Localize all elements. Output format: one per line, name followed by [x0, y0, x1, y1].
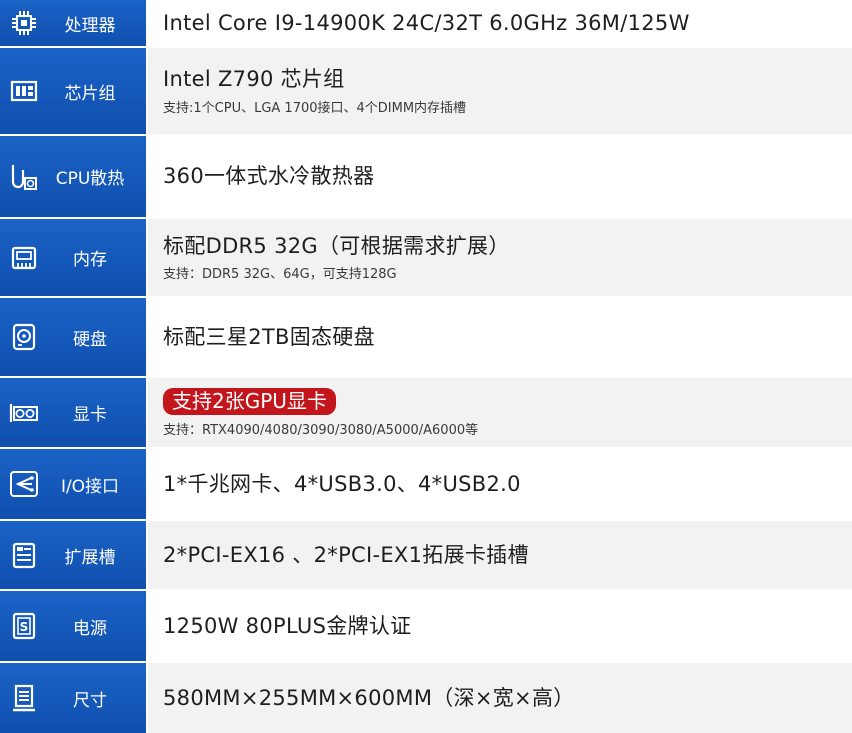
graphics-card-icon: [8, 397, 40, 429]
memory-icon: [8, 242, 40, 274]
spec-label-cell: CPU散热: [0, 136, 148, 217]
spec-label: 电源: [73, 618, 107, 639]
spec-label: 尺寸: [73, 690, 107, 711]
spec-value: 2*PCI-EX16 、2*PCI-EX1拓展卡插槽: [163, 542, 529, 567]
spec-label-cell: 扩展槽: [0, 521, 148, 589]
spec-row-storage: 硬盘 标配三星2TB固态硬盘: [0, 298, 852, 378]
spec-subvalue: 支持：RTX4090/4080/3090/3080/A5000/A6000等: [163, 422, 479, 438]
spec-row-graphics: 显卡 支持2张GPU显卡 支持：RTX4090/4080/3090/3080/A…: [0, 378, 852, 449]
spec-value: 360一体式水冷散热器: [163, 164, 375, 189]
power-supply-icon: S: [8, 610, 40, 642]
spec-label-cell: 芯片组: [0, 48, 148, 134]
spec-subvalue: 支持:1个CPU、LGA 1700接口、4个DIMM内存插槽: [163, 100, 467, 116]
spec-table: 处理器 Intel Core I9-14900K 24C/32T 6.0GHz …: [0, 0, 852, 733]
spec-label-cell: S 电源: [0, 591, 148, 661]
spec-label: 显卡: [73, 405, 107, 425]
hard-disk-icon: [8, 321, 40, 353]
dimensions-icon: [8, 682, 40, 714]
spec-label: 处理器: [64, 15, 116, 36]
spec-label: 硬盘: [73, 329, 107, 350]
spec-value-cell: 标配DDR5 32G（可根据需求扩展） 支持：DDR5 32G、64G，可支持1…: [148, 219, 852, 296]
spec-value-cell: 580MM×255MM×600MM（深×宽×高）: [148, 663, 852, 733]
io-ports-icon: [8, 468, 40, 500]
spec-label-cell: I/O接口: [0, 449, 148, 519]
spec-value-cell: 支持2张GPU显卡 支持：RTX4090/4080/3090/3080/A500…: [148, 378, 852, 447]
spec-row-chipset: 芯片组 Intel Z790 芯片组 支持:1个CPU、LGA 1700接口、4…: [0, 48, 852, 136]
spec-value: Intel Core I9-14900K 24C/32T 6.0GHz 36M/…: [163, 10, 690, 35]
chipset-icon: [8, 75, 40, 107]
spec-value: 标配DDR5 32G（可根据需求扩展）: [163, 233, 510, 258]
spec-value-cell: 1*千兆网卡、4*USB3.0、4*USB2.0: [148, 449, 852, 519]
gpu-support-badge: 支持2张GPU显卡: [163, 387, 336, 415]
spec-value-cell: 2*PCI-EX16 、2*PCI-EX1拓展卡插槽: [148, 521, 852, 589]
svg-text:S: S: [20, 620, 29, 634]
spec-value: 1250W 80PLUS金牌认证: [163, 613, 412, 638]
spec-label: 芯片组: [64, 83, 116, 104]
expansion-slot-icon: [8, 539, 40, 571]
spec-row-cpu: 处理器 Intel Core I9-14900K 24C/32T 6.0GHz …: [0, 0, 852, 48]
spec-value-cell: 标配三星2TB固态硬盘: [148, 298, 852, 376]
spec-value-cell: 360一体式水冷散热器: [148, 136, 852, 217]
spec-label-cell: 尺寸: [0, 663, 148, 733]
spec-label-cell: 内存: [0, 219, 148, 296]
spec-value-cell: Intel Core I9-14900K 24C/32T 6.0GHz 36M/…: [148, 0, 852, 46]
spec-subvalue: 支持：DDR5 32G、64G，可支持128G: [163, 267, 397, 283]
spec-value: 标配三星2TB固态硬盘: [163, 324, 375, 349]
spec-row-power: S 电源 1250W 80PLUS金牌认证: [0, 591, 852, 663]
spec-value-cell: 1250W 80PLUS金牌认证: [148, 591, 852, 661]
spec-value: Intel Z790 芯片组: [163, 67, 345, 92]
spec-label: 扩展槽: [64, 547, 116, 568]
spec-row-cooler: CPU散热 360一体式水冷散热器: [0, 136, 852, 219]
spec-label-cell: 硬盘: [0, 298, 148, 376]
spec-label-cell: 显卡: [0, 378, 148, 447]
spec-value: 580MM×255MM×600MM（深×宽×高）: [163, 685, 575, 710]
spec-row-memory: 内存 标配DDR5 32G（可根据需求扩展） 支持：DDR5 32G、64G，可…: [0, 219, 852, 298]
liquid-cooler-icon: [8, 161, 40, 193]
spec-row-expansion: 扩展槽 2*PCI-EX16 、2*PCI-EX1拓展卡插槽: [0, 521, 852, 591]
spec-label: 内存: [73, 250, 107, 270]
spec-row-dimensions: 尺寸 580MM×255MM×600MM（深×宽×高）: [0, 663, 852, 733]
spec-label-cell: 处理器: [0, 0, 148, 46]
cpu-chip-icon: [8, 7, 40, 39]
spec-label: I/O接口: [60, 476, 120, 497]
spec-label: CPU散热: [55, 169, 125, 189]
spec-value: 1*千兆网卡、4*USB3.0、4*USB2.0: [163, 471, 521, 496]
spec-row-io: I/O接口 1*千兆网卡、4*USB3.0、4*USB2.0: [0, 449, 852, 521]
spec-value-cell: Intel Z790 芯片组 支持:1个CPU、LGA 1700接口、4个DIM…: [148, 48, 852, 134]
